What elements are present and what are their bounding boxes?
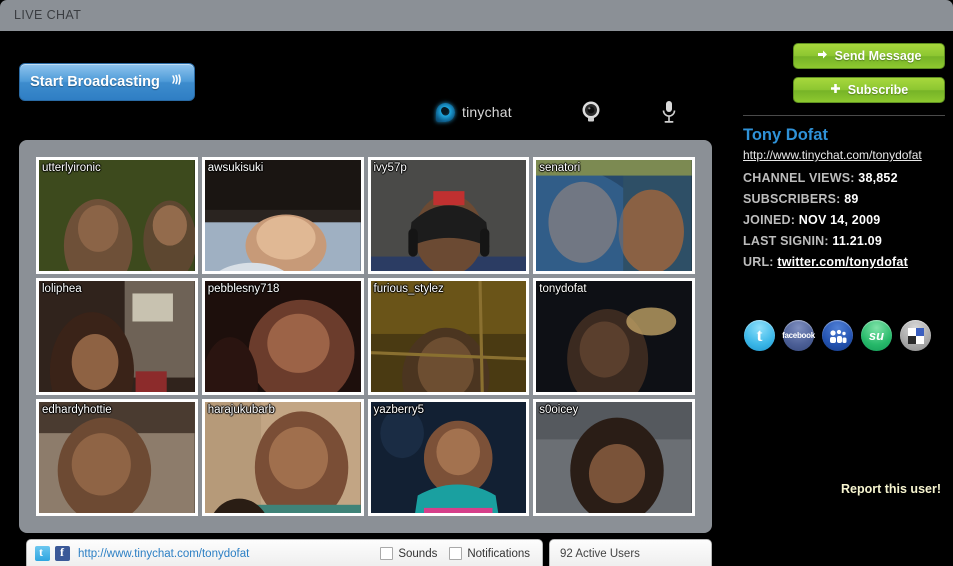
stat-subscribers: SUBSCRIBERS: 89 [743,192,908,206]
tinychat-live-chat-window: LIVE CHAT Start Broadcasting tinychat ut… [0,0,953,566]
social-links: t facebook su [744,320,931,351]
start-broadcasting-button[interactable]: Start Broadcasting [19,63,195,101]
profile-stats: CHANNEL VIEWS: 38,852 SUBSCRIBERS: 89 JO… [743,171,908,276]
video-tile[interactable]: utterlyironic [36,157,198,274]
notifications-toggle[interactable]: Notifications [449,547,530,560]
twitter-icon[interactable]: t [744,320,775,351]
video-tile-username: tonydofat [539,283,587,295]
top-navigation: tinychat [436,95,764,129]
active-users-header: 92 Active Users [550,540,711,566]
chat-panel-header: http://www.tinychat.com/tonydofat Sounds… [27,540,542,566]
video-tile-username: awsukisuki [207,162,264,174]
video-tile[interactable]: pebblesny718 [201,278,364,395]
chat-options: Sounds Notifications [380,547,534,560]
stat-value: 38,852 [858,171,898,185]
plus-icon [830,83,841,97]
stat-value: 11.21.09 [832,234,882,248]
start-broadcasting-label: Start Broadcasting [30,74,160,90]
video-tile-username: harajukubarb [207,404,275,416]
send-message-label: Send Message [834,49,922,63]
send-message-button[interactable]: Send Message [793,43,945,69]
video-tile-username: furious_stylez [373,283,444,295]
profile-sidebar: Send Message Subscribe Tony Dofat http:/… [731,31,953,566]
report-user-link[interactable]: Report this user! [841,482,941,496]
page-title: LIVE CHAT [14,8,82,22]
broadcast-wave-icon [169,72,184,91]
main-stage: Start Broadcasting tinychat utterlyironi… [0,31,756,566]
stat-label: CHANNEL VIEWS: [743,171,855,185]
sounds-label: Sounds [398,547,438,560]
stumbleupon-icon[interactable]: su [861,320,892,351]
stat-last-signin: LAST SIGNIN: 11.21.09 [743,234,908,248]
delicious-icon[interactable] [900,320,931,351]
video-tile[interactable]: yazberry5 [367,399,530,516]
webcam-icon[interactable] [574,97,608,127]
video-tile-username: pebblesny718 [207,283,280,295]
video-tile-username: utterlyironic [42,162,101,174]
stat-label: SUBSCRIBERS: [743,192,841,206]
video-tile-username: ivy57p [373,162,407,174]
video-tile[interactable]: furious_stylez [367,278,530,395]
stat-label: URL: [743,255,774,269]
subscribe-button[interactable]: Subscribe [793,77,945,103]
video-tile-username: s0oicey [539,404,579,416]
video-tile-username: yazberry5 [373,404,425,416]
video-tile[interactable]: senatori [533,157,695,274]
tinychat-brand[interactable]: tinychat [436,102,512,122]
chat-panel: http://www.tinychat.com/tonydofat Sounds… [26,539,543,566]
sounds-checkbox[interactable] [380,547,394,560]
facebook-icon[interactable] [55,545,70,561]
stat-label: LAST SIGNIN: [743,234,829,248]
myspace-icon[interactable] [822,320,853,351]
notifications-label: Notifications [467,547,530,560]
sounds-toggle[interactable]: Sounds [380,547,437,560]
video-tile[interactable]: edhardyhottie [36,399,198,516]
profile-display-name: Tony Dofat [743,126,828,144]
video-tile[interactable]: ivy57p [367,157,530,274]
subscribe-label: Subscribe [847,83,909,97]
chat-room-url[interactable]: http://www.tinychat.com/tonydofat [78,548,249,560]
video-tile[interactable]: awsukisuki [201,157,364,274]
arrow-right-icon [817,49,828,63]
sidebar-divider [743,115,945,116]
stat-channel-views: CHANNEL VIEWS: 38,852 [743,171,908,185]
stat-label: JOINED: [743,213,796,227]
microphone-icon[interactable] [652,97,686,127]
stat-value: 89 [844,192,859,206]
window-titlebar: LIVE CHAT [0,0,953,31]
video-grid-frame: utterlyironic awsukisuki ivy57p senatori [19,140,712,533]
stat-url: URL: twitter.com/tonydofat [743,255,908,269]
video-tile-username: senatori [539,162,581,174]
stat-value: NOV 14, 2009 [798,213,881,227]
video-tile[interactable]: s0oicey [533,399,695,516]
facebook-icon[interactable]: facebook [782,320,815,351]
notifications-checkbox[interactable] [449,547,463,560]
stat-joined: JOINED: NOV 14, 2009 [743,213,908,227]
profile-url-link[interactable]: http://www.tinychat.com/tonydofat [743,148,922,162]
video-tile[interactable]: loliphea [36,278,198,395]
profile-external-url[interactable]: twitter.com/tonydofat [777,255,908,269]
twitter-icon[interactable] [35,545,50,561]
tinychat-logo-icon [436,102,455,122]
video-tile[interactable]: harajukubarb [201,399,364,516]
video-tile[interactable]: tonydofat [533,278,695,395]
tinychat-brand-label: tinychat [462,104,512,120]
video-grid: utterlyironic awsukisuki ivy57p senatori [36,157,695,516]
video-tile-username: edhardyhottie [42,404,112,416]
video-tile-username: loliphea [42,283,82,295]
active-users-panel: 92 Active Users 1991djl7 [549,539,712,566]
